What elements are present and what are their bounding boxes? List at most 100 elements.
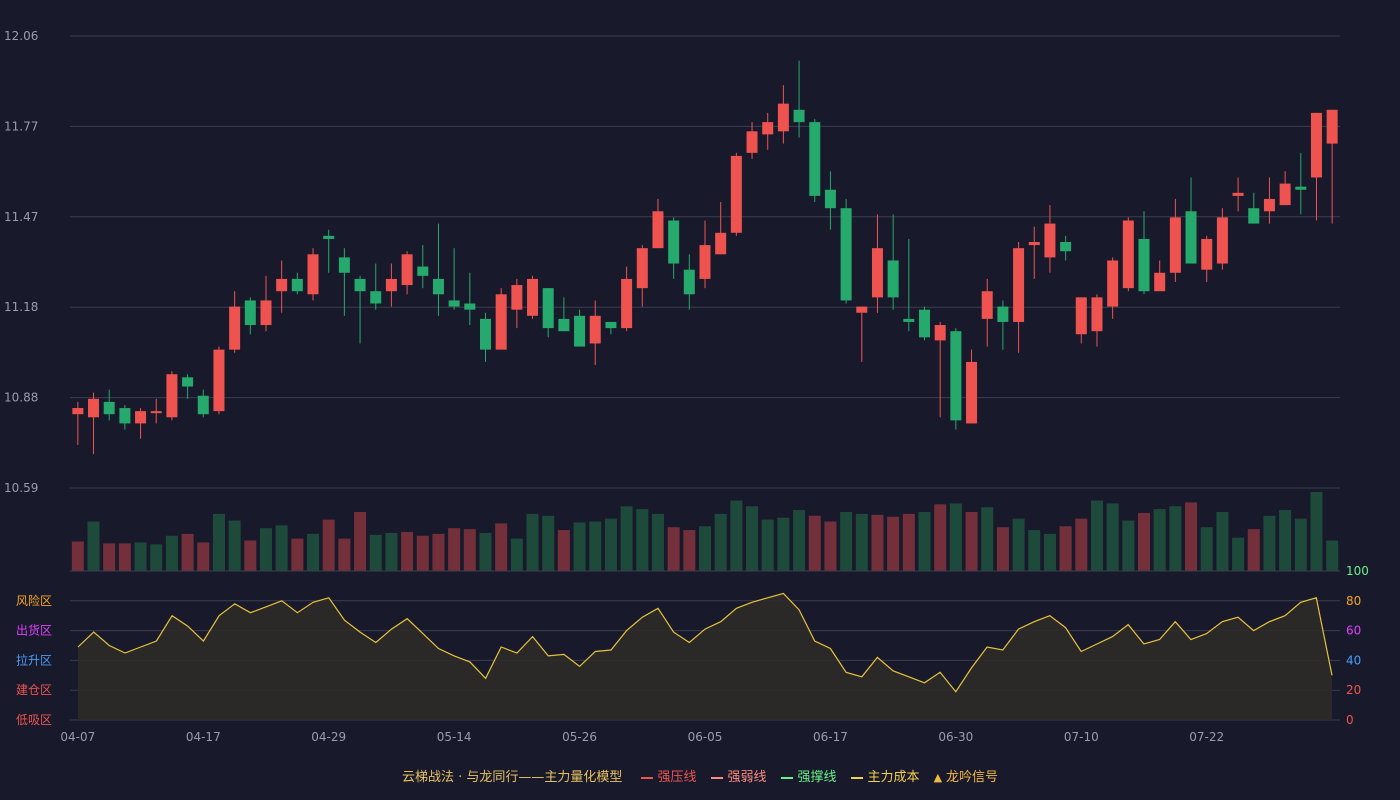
oscillator-zone-label: 拉升区	[16, 652, 52, 667]
legend-swatch	[640, 776, 653, 779]
volume-bar	[103, 543, 116, 571]
volume-bar	[1075, 518, 1088, 571]
oscillator-series	[77, 592, 1333, 720]
candle-body	[1248, 208, 1260, 224]
volume-bar	[996, 527, 1009, 571]
candle-body	[417, 266, 429, 276]
volume-bar	[714, 513, 727, 571]
chart-canvas: 12.06 11.77 11.47 11.18 10.88 10.59 风险区出货区拉升区…	[4, 29, 1369, 744]
volume-bar	[934, 504, 947, 571]
volume-bar	[573, 522, 586, 571]
volume-bar	[1169, 506, 1182, 571]
date-tick-label: 04-17	[186, 730, 221, 744]
candle-body	[574, 315, 586, 347]
candle-body	[1060, 242, 1072, 252]
chart-legend: 云梯战法 · 与龙同行——主力量化模型 强压线 强弱线 强撑线 主力成本 ▲ 龙吟信号	[0, 766, 1400, 785]
legend-title: 云梯战法 · 与龙同行——主力量化模型	[401, 770, 623, 785]
volume-bar	[949, 503, 962, 571]
oscillator-area	[78, 593, 1332, 720]
volume-bar	[134, 542, 147, 571]
price-tick-label: 10.59	[4, 481, 38, 495]
date-tick-label: 07-22	[1189, 730, 1224, 744]
candle-body	[1201, 238, 1213, 270]
volume-bar	[322, 519, 335, 571]
date-tick-label: 05-26	[562, 730, 597, 744]
oscillator-tick-label: 20	[1346, 683, 1361, 697]
volume-bar	[761, 519, 774, 571]
legend-swatch	[780, 776, 793, 779]
volume-bar	[918, 511, 931, 571]
candle-body	[746, 131, 758, 153]
oscillator-zone-label: 出货区	[16, 623, 52, 638]
volume-bar	[259, 528, 272, 571]
volume-bar	[1028, 530, 1041, 571]
volume-bar	[824, 521, 837, 571]
oscillator-tick-label: 0	[1346, 713, 1354, 727]
volume-bar	[651, 513, 664, 571]
volume-bar	[902, 513, 915, 571]
volume-bar	[1122, 520, 1135, 571]
volume-bar	[667, 527, 680, 571]
candle-body	[260, 300, 272, 326]
candle-body	[1028, 242, 1040, 246]
candle-body	[730, 155, 742, 233]
candle-body	[1326, 109, 1338, 144]
oscillator-zone-label: 低吸区	[16, 713, 52, 727]
legend-item[interactable]: 强撑线	[780, 766, 837, 785]
date-tick-label: 05-14	[437, 730, 472, 744]
volume-bar	[401, 531, 414, 571]
volume-bar	[1090, 500, 1103, 571]
candle-body	[871, 248, 883, 298]
volume-bar	[150, 544, 163, 571]
legend-label: 强弱线	[727, 770, 767, 785]
candle-body	[934, 325, 946, 341]
legend-item[interactable]: 强弱线	[710, 766, 767, 785]
volume-bar	[212, 513, 225, 571]
oscillator-tick-label: 80	[1346, 594, 1361, 608]
candle-body	[762, 122, 774, 135]
price-axis: 12.06 11.77 11.47 11.18 10.88 10.59	[4, 29, 38, 495]
legend-swatch	[850, 776, 863, 779]
volume-bar	[495, 523, 508, 571]
volume-bar	[244, 540, 257, 571]
candle-body	[527, 278, 539, 316]
candle-body	[103, 401, 115, 415]
candle-body	[244, 300, 256, 326]
legend-item[interactable]: 强压线	[640, 766, 697, 785]
volume-bar	[479, 532, 492, 571]
volume-bar	[1310, 492, 1323, 571]
volume-bar	[510, 538, 523, 571]
candle-body	[479, 318, 491, 350]
legend-item[interactable]: ▲ 龙吟信号	[934, 766, 998, 785]
candle-body	[1310, 112, 1322, 178]
volume-bar	[165, 535, 178, 571]
candlestick-series	[72, 60, 1338, 455]
volume-bar	[369, 534, 382, 571]
oscillator-tick-label: 100	[1346, 564, 1369, 578]
volume-bar	[1185, 502, 1198, 571]
legend-label: 强撑线	[797, 770, 837, 785]
oscillator-axis: 100 80 60 40 20 0	[1346, 564, 1369, 727]
price-tick-label: 11.77	[4, 119, 38, 133]
volume-bar	[463, 529, 476, 571]
candle-body	[432, 278, 444, 295]
candle-body	[385, 278, 397, 292]
volume-bar	[1153, 509, 1166, 571]
volume-bar	[604, 518, 617, 571]
candle-body	[291, 278, 303, 292]
candle-body	[511, 285, 523, 310]
volume-bar	[1012, 518, 1025, 571]
candle-body	[354, 278, 366, 292]
volume-bar	[855, 513, 868, 571]
legend-label: 主力成本	[867, 770, 920, 785]
candle-body	[1122, 220, 1134, 289]
candle-body	[950, 331, 962, 421]
legend-item[interactable]: 主力成本	[850, 766, 920, 785]
volume-bar	[338, 538, 351, 571]
legend-label: 龙吟信号	[946, 770, 999, 785]
volume-bar	[1200, 527, 1213, 571]
price-tick-label: 12.06	[4, 29, 38, 43]
candle-body	[1044, 223, 1056, 258]
volume-bar	[965, 511, 978, 571]
date-tick-label: 07-10	[1064, 730, 1099, 744]
